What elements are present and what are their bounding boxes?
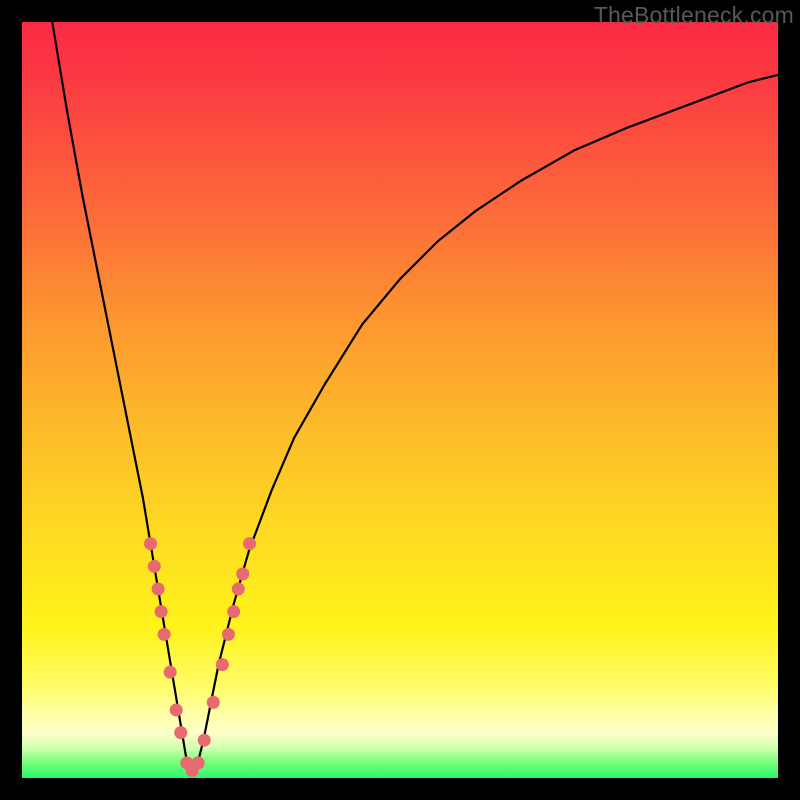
marker-dot: [164, 666, 177, 679]
marker-dot: [236, 567, 249, 580]
marker-dot: [155, 605, 168, 618]
marker-dot: [243, 537, 256, 550]
curve-layer: [52, 22, 778, 770]
marker-dot: [198, 734, 211, 747]
marker-dot: [222, 628, 235, 641]
chart-frame: TheBottleneck.com: [0, 0, 800, 800]
marker-layer: [144, 537, 256, 777]
series-bottleneck-curve: [52, 22, 778, 770]
marker-dot: [170, 703, 183, 716]
plot-area: [22, 22, 778, 778]
watermark-text: TheBottleneck.com: [594, 2, 794, 29]
marker-dot: [216, 658, 229, 671]
marker-dot: [232, 583, 245, 596]
marker-dot: [158, 628, 171, 641]
marker-dot: [207, 696, 220, 709]
marker-dot: [144, 537, 157, 550]
marker-dot: [227, 605, 240, 618]
marker-dot: [148, 560, 161, 573]
chart-svg: [22, 22, 778, 778]
marker-dot: [192, 756, 205, 769]
marker-dot: [152, 583, 165, 596]
marker-dot: [174, 726, 187, 739]
